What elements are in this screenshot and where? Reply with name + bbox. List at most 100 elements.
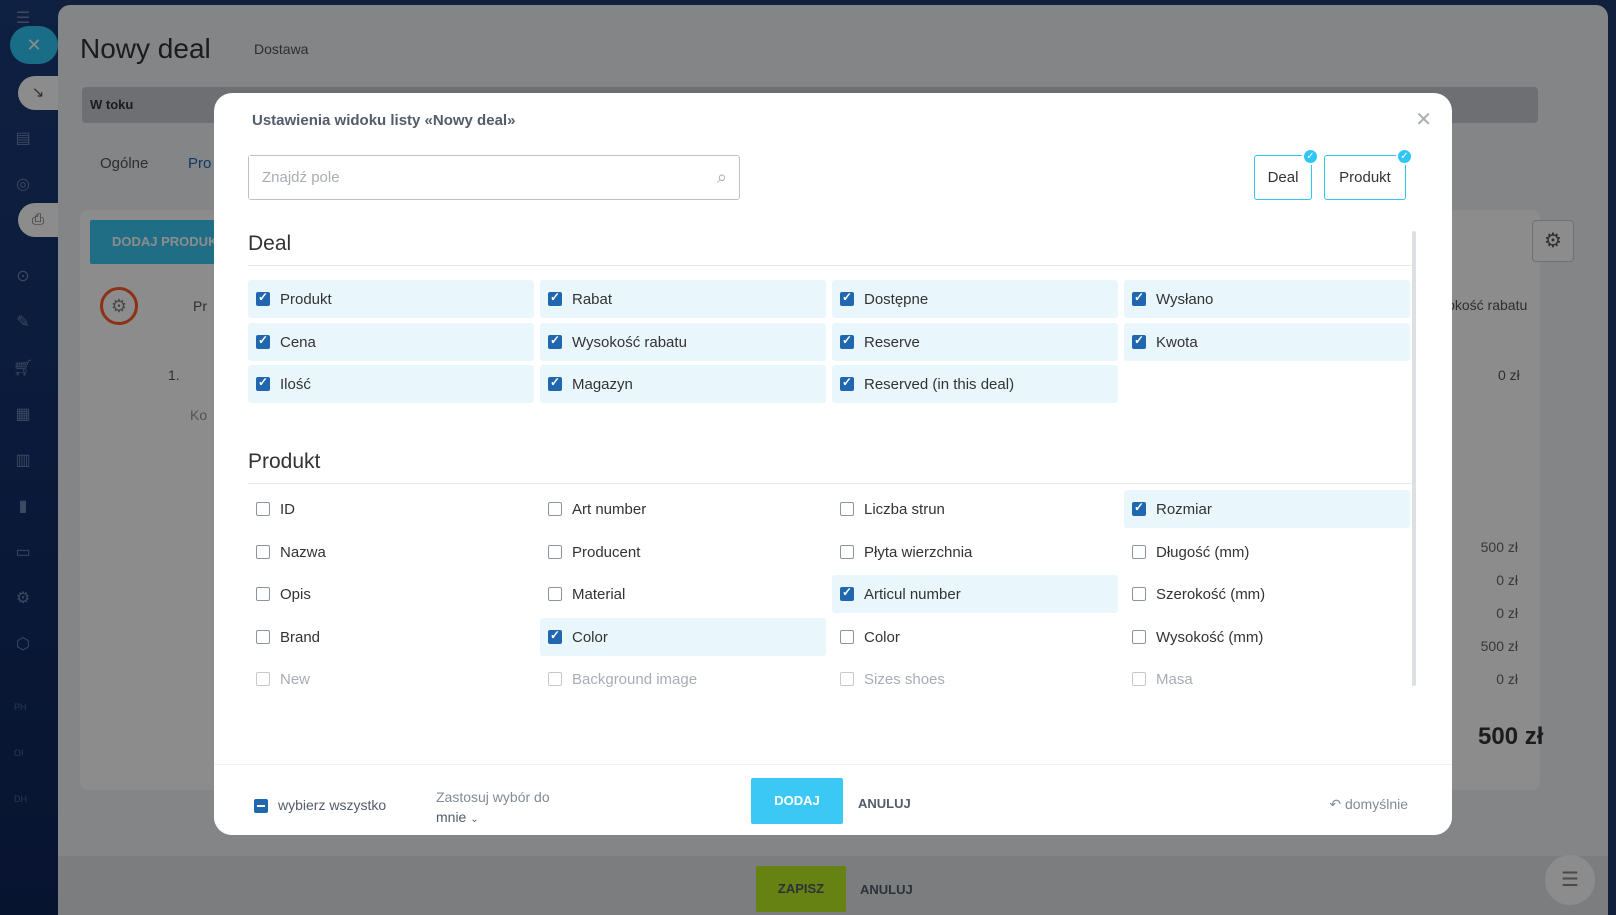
search-field[interactable]: ⌕ <box>248 155 740 200</box>
select-all-label[interactable]: wybierz wszystko <box>278 797 386 813</box>
field-label: Wysokość (mm) <box>1156 628 1264 646</box>
field-option[interactable]: Dostępne <box>832 280 1118 318</box>
scrollbar[interactable] <box>1412 231 1416 686</box>
field-label: Reserved (in this deal) <box>864 376 1015 393</box>
field-label: Masa <box>1156 671 1193 688</box>
field-option[interactable]: Kwota <box>1124 322 1410 361</box>
field-checkbox[interactable] <box>840 629 854 644</box>
field-label: Color <box>572 628 608 646</box>
field-label: Wysłano <box>1156 291 1214 308</box>
fields-list[interactable]: Deal Produkt Rabat Dostępne Wysłano Cena Wyso… <box>248 230 1416 770</box>
field-option[interactable]: Szerokość (mm) <box>1124 575 1410 613</box>
field-label: Opis <box>280 586 311 603</box>
field-label: Ilość <box>280 376 311 393</box>
field-checkbox[interactable] <box>256 544 270 559</box>
field-option[interactable]: Ilość <box>248 365 534 403</box>
field-label: Sizes shoes <box>864 671 945 688</box>
field-checkbox[interactable] <box>548 333 562 349</box>
field-label: Magazyn <box>572 376 633 393</box>
search-icon[interactable]: ⌕ <box>717 167 727 188</box>
field-option[interactable]: Cena <box>248 322 534 361</box>
apply-scope-dropdown[interactable]: mnie ⌄ <box>436 809 479 825</box>
field-option[interactable]: Producent <box>540 533 826 571</box>
field-option[interactable]: Produkt <box>248 280 534 318</box>
field-checkbox[interactable] <box>548 290 562 306</box>
field-checkbox[interactable] <box>1132 587 1146 601</box>
field-checkbox[interactable] <box>256 375 270 391</box>
field-label: Brand <box>280 628 321 646</box>
section-title: Deal <box>248 232 292 255</box>
field-checkbox[interactable] <box>840 585 854 601</box>
field-option[interactable]: Material <box>540 575 826 613</box>
filter-deal-button[interactable]: Deal ✓ <box>1254 148 1319 200</box>
field-option[interactable]: New <box>248 660 534 698</box>
field-checkbox[interactable] <box>840 544 854 559</box>
field-label: Nazwa <box>280 543 326 561</box>
field-checkbox[interactable] <box>840 375 854 391</box>
reset-default-button[interactable]: ↶ domyślnie <box>1329 796 1408 813</box>
field-checkbox[interactable] <box>256 629 270 644</box>
field-checkbox[interactable] <box>548 628 562 644</box>
select-all-checkbox[interactable] <box>254 799 268 813</box>
divider <box>248 265 1416 266</box>
field-checkbox[interactable] <box>840 333 854 349</box>
filter-product-button[interactable]: Produkt ✓ <box>1324 148 1413 200</box>
field-option[interactable]: Reserve <box>832 322 1118 361</box>
field-checkbox[interactable] <box>256 333 270 349</box>
field-option[interactable]: Sizes shoes <box>832 660 1118 698</box>
field-option[interactable]: Color <box>540 617 826 656</box>
field-checkbox[interactable] <box>1132 333 1146 349</box>
field-checkbox[interactable] <box>1132 672 1146 686</box>
field-checkbox[interactable] <box>1132 629 1146 644</box>
field-option[interactable]: Wysokość (mm) <box>1124 618 1410 656</box>
field-option[interactable]: Art number <box>540 490 826 528</box>
field-checkbox[interactable] <box>256 290 270 306</box>
field-option[interactable]: ID <box>248 490 534 528</box>
field-option[interactable]: Rozmiar <box>1124 490 1410 528</box>
field-checkbox[interactable] <box>256 587 270 601</box>
field-checkbox[interactable] <box>1132 544 1146 559</box>
field-option[interactable]: Brand <box>248 618 534 656</box>
check-icon: ✓ <box>1302 148 1319 165</box>
field-checkbox[interactable] <box>548 544 562 559</box>
field-checkbox[interactable] <box>548 672 562 686</box>
field-option[interactable]: Reserved (in this deal) <box>832 365 1118 403</box>
field-checkbox[interactable] <box>1132 290 1146 306</box>
search-input[interactable] <box>249 156 669 199</box>
divider <box>248 483 1416 484</box>
field-option[interactable]: Masa <box>1124 660 1410 698</box>
field-checkbox[interactable] <box>840 502 854 516</box>
field-checkbox[interactable] <box>840 672 854 686</box>
field-label: ID <box>280 501 295 518</box>
field-option[interactable]: Rabat <box>540 280 826 318</box>
field-checkbox[interactable] <box>256 672 270 686</box>
field-option[interactable]: Opis <box>248 575 534 613</box>
field-option[interactable]: Długość (mm) <box>1124 533 1410 571</box>
apply-scope-value: mnie <box>436 809 467 825</box>
add-button[interactable]: DODAJ <box>751 778 843 824</box>
field-option[interactable]: Wysłano <box>1124 280 1410 318</box>
field-label: Art number <box>572 501 647 518</box>
cancel-button[interactable]: ANULUJ <box>858 796 911 811</box>
field-option[interactable]: Wysokość rabatu <box>540 322 826 361</box>
field-option[interactable]: Płyta wierzchnia <box>832 533 1118 571</box>
list-settings-modal: Ustawienia widoku listy «Nowy deal» ✕ ⌕ … <box>214 93 1452 835</box>
field-option[interactable]: Color <box>832 618 1118 656</box>
close-icon[interactable]: ✕ <box>1415 107 1432 132</box>
field-option[interactable]: Articul number <box>832 575 1118 613</box>
field-checkbox[interactable] <box>548 502 562 516</box>
field-option[interactable]: Liczba strun <box>832 490 1118 528</box>
reset-default-label: domyślnie <box>1344 796 1408 812</box>
field-checkbox[interactable] <box>840 290 854 306</box>
field-label: Wysokość rabatu <box>572 333 687 351</box>
field-option[interactable]: Nazwa <box>248 533 534 571</box>
apply-label: Zastosuj wybór do <box>436 789 550 805</box>
field-checkbox[interactable] <box>1132 500 1146 516</box>
field-option[interactable]: Background image <box>540 660 826 698</box>
field-option[interactable]: Magazyn <box>540 365 826 403</box>
field-checkbox[interactable] <box>256 502 270 516</box>
field-checkbox[interactable] <box>548 587 562 601</box>
field-checkbox[interactable] <box>548 375 562 391</box>
field-label: Cena <box>280 333 316 351</box>
field-label: New <box>280 671 311 688</box>
